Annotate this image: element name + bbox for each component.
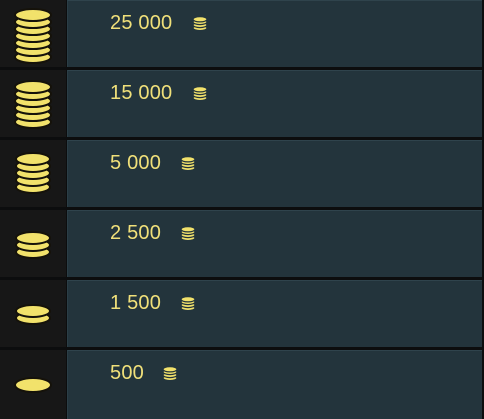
coin-stack-large-icon <box>14 8 52 64</box>
coin-icon <box>180 296 196 312</box>
coin-stack-mini-icon <box>15 231 51 259</box>
coin-pack-panel: 15 000 <box>67 70 482 137</box>
coin-amount: 5 000 <box>110 152 162 174</box>
coin-pack-panel: 2 500 <box>67 210 482 277</box>
coin-pack-icon-cell <box>0 280 66 347</box>
coin-pack-row[interactable]: 5 000 <box>0 140 484 207</box>
coin-icon <box>180 156 196 172</box>
coin-icon <box>180 226 196 242</box>
coin-pack-icon-cell <box>0 350 66 419</box>
coin-pack-row[interactable]: 1 500 <box>0 280 484 347</box>
coin-stack-medium-icon <box>14 80 52 129</box>
coin-amount: 2 500 <box>110 222 162 244</box>
coin-pack-icon-cell <box>0 210 66 277</box>
coin-pack-row[interactable]: 15 000 <box>0 70 484 137</box>
coin-icon <box>162 366 178 382</box>
coin-pair-icon <box>15 304 51 325</box>
coin-pack-icon-cell <box>0 0 66 67</box>
coin-pack-icon-cell <box>0 70 66 137</box>
coin-pack-panel: 1 500 <box>67 280 482 347</box>
coin-pack-panel: 25 000 <box>67 0 482 67</box>
coin-pack-panel: 5 000 <box>67 140 482 207</box>
coin-amount: 1 500 <box>110 292 162 314</box>
coin-amount: 500 <box>110 362 144 384</box>
coin-pack-list: 25 000 15 000 5 000 2 500 1 500 500 <box>0 0 484 419</box>
coin-amount: 25 000 <box>110 12 173 34</box>
coin-pack-icon-cell <box>0 140 66 207</box>
single-coin-icon <box>14 377 52 393</box>
coin-pack-row[interactable]: 25 000 <box>0 0 484 67</box>
coin-icon <box>192 16 208 32</box>
coin-amount: 15 000 <box>110 82 173 104</box>
coin-pack-row[interactable]: 2 500 <box>0 210 484 277</box>
coin-pack-row[interactable]: 500 <box>0 350 484 419</box>
coin-icon <box>192 86 208 102</box>
coin-stack-small-icon <box>15 152 51 194</box>
coin-pack-panel: 500 <box>67 350 482 419</box>
